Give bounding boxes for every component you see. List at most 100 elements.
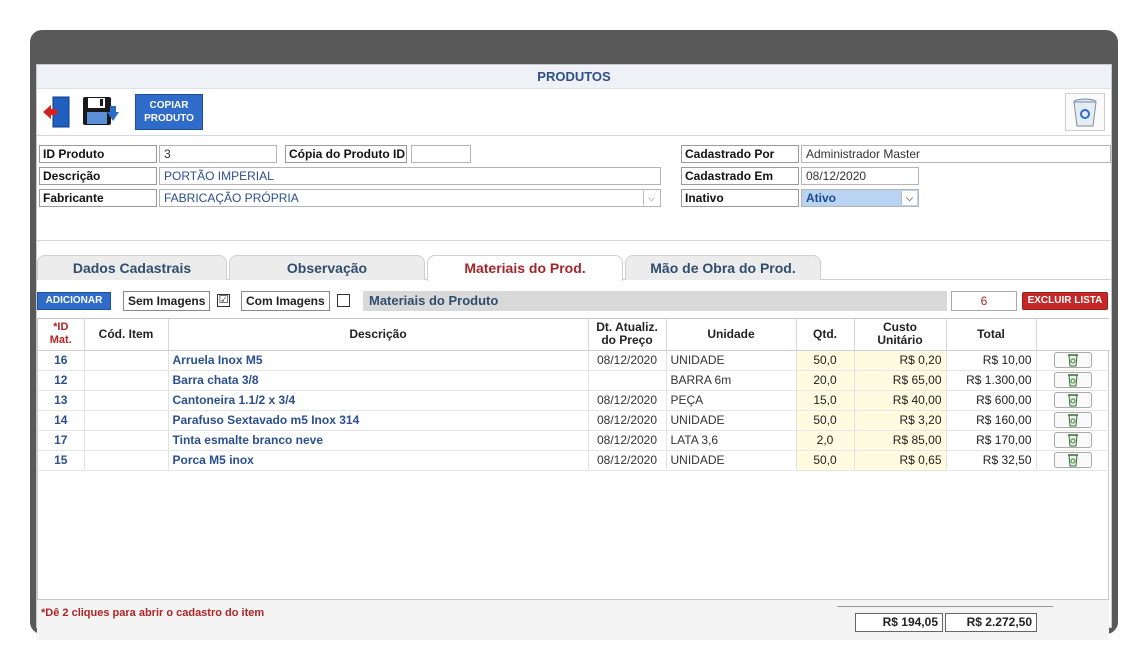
row-qtd: 50,0	[796, 450, 855, 471]
fabricante-label: Fabricante	[39, 189, 157, 207]
copy-product-label: COPIAR PRODUTO	[144, 100, 194, 124]
delete-row-button[interactable]	[1054, 372, 1093, 388]
exit-door-icon	[43, 96, 70, 128]
row-actions	[1036, 410, 1110, 431]
total-custo: R$ 194,05	[855, 613, 943, 632]
row-actions	[1036, 450, 1110, 471]
row-unidade: UNIDADE	[666, 450, 797, 471]
row-custo: R$ 85,00	[854, 430, 947, 451]
window-frame: PRODUTOS COPIAR PRODUTO ID Produto 3 Cóp…	[30, 30, 1118, 640]
recycle-bin-icon	[1068, 394, 1079, 407]
row-id: 12	[38, 370, 85, 391]
row-total: R$ 1.300,00	[946, 370, 1037, 391]
sem-imagens-label: Sem Imagens	[123, 291, 211, 311]
sem-imagens-checkbox[interactable]: ☑	[217, 294, 230, 307]
col-id[interactable]: *ID Mat.	[38, 319, 85, 351]
materials-toolbar: ADICIONAR Sem Imagens ☑ Com Imagens Mate…	[37, 291, 1111, 313]
cadastrado-por-label: Cadastrado Por	[681, 145, 799, 163]
delete-row-button[interactable]	[1054, 432, 1093, 448]
row-total: R$ 170,00	[946, 430, 1037, 451]
id-produto-label: ID Produto	[39, 145, 157, 163]
tab-mao-de-obra[interactable]: Mão de Obra do Prod.	[625, 255, 821, 280]
items-count: 6	[951, 291, 1017, 311]
row-unidade: BARRA 6m	[666, 370, 797, 391]
table-row[interactable]: 13 Cantoneira 1.1/2 x 3/4 08/12/2020 PEÇA 15…	[38, 390, 1110, 411]
row-date: 08/12/2020	[588, 350, 667, 371]
col-total[interactable]: Total	[946, 319, 1037, 351]
tab-dados-cadastrais[interactable]: Dados Cadastrais	[37, 255, 227, 280]
delete-row-button[interactable]	[1054, 452, 1093, 468]
cadastrado-em-label: Cadastrado Em	[681, 167, 799, 185]
com-imagens-checkbox[interactable]	[337, 294, 350, 307]
col-cod[interactable]: Cód. Item	[84, 319, 169, 351]
tab-observacao[interactable]: Observação	[229, 255, 425, 280]
row-desc: Parafuso Sextavado m5 Inox 314	[168, 410, 589, 431]
delete-product-button[interactable]	[1065, 93, 1105, 131]
row-actions	[1036, 430, 1110, 451]
descricao-field[interactable]: PORTÃO IMPERIAL	[159, 167, 661, 185]
add-material-button[interactable]: ADICIONAR	[37, 292, 111, 310]
row-custo: R$ 3,20	[854, 410, 947, 431]
row-desc: Arruela Inox M5	[168, 350, 589, 371]
row-custo: R$ 0,20	[854, 350, 947, 371]
totals-divider	[837, 606, 1053, 607]
row-unidade: LATA 3,6	[666, 430, 797, 451]
inativo-select[interactable]: Ativo ⌵	[801, 189, 919, 207]
col-custo[interactable]: Custo Unitário	[854, 319, 947, 351]
delete-row-button[interactable]	[1054, 412, 1093, 428]
table-row[interactable]: 17 Tinta esmalte branco neve 08/12/2020 LAT…	[38, 430, 1110, 451]
copia-produto-label: Cópia do Produto ID	[285, 145, 407, 163]
row-id: 16	[38, 350, 85, 371]
row-total: R$ 32,50	[946, 450, 1037, 471]
row-date: 08/12/2020	[588, 390, 667, 411]
row-id: 17	[38, 430, 85, 451]
fabricante-select[interactable]: FABRICAÇÃO PRÓPRIA ⌵	[159, 189, 661, 207]
section-title: Materiais do Produto	[363, 291, 947, 311]
row-id: 14	[38, 410, 85, 431]
row-actions	[1036, 370, 1110, 391]
tab-materiais[interactable]: Materiais do Prod.	[427, 255, 623, 281]
product-form: ID Produto 3 Cópia do Produto ID Descriç…	[37, 137, 1111, 241]
table-row[interactable]: 14 Parafuso Sextavado m5 Inox 314 08/12/20…	[38, 410, 1110, 431]
row-desc: Cantoneira 1.1/2 x 3/4	[168, 390, 589, 411]
page-title: PRODUTOS	[37, 65, 1111, 89]
com-imagens-label: Com Imagens	[241, 291, 330, 311]
row-total: R$ 10,00	[946, 350, 1037, 371]
delete-list-button[interactable]: EXCLUIR LISTA	[1022, 292, 1108, 310]
copia-produto-field[interactable]	[411, 145, 471, 163]
table-row[interactable]: 16 Arruela Inox M5 08/12/2020 UNIDADE 50,0 R$…	[38, 350, 1110, 371]
row-desc: Tinta esmalte branco neve	[168, 430, 589, 451]
id-produto-field[interactable]: 3	[159, 145, 277, 163]
recycle-bin-icon	[1068, 454, 1079, 467]
row-actions	[1036, 350, 1110, 371]
row-actions	[1036, 390, 1110, 411]
col-date[interactable]: Dt. Atualiz. do Preço	[588, 319, 667, 351]
chevron-down-icon[interactable]: ⌵	[901, 191, 917, 205]
delete-row-button[interactable]	[1054, 392, 1093, 408]
col-unidade[interactable]: Unidade	[666, 319, 797, 351]
recycle-bin-icon	[1068, 354, 1079, 367]
delete-row-button[interactable]	[1054, 352, 1093, 368]
row-desc: Barra chata 3/8	[168, 370, 589, 391]
row-qtd: 15,0	[796, 390, 855, 411]
exit-button[interactable]	[39, 94, 77, 130]
cadastrado-em-field[interactable]: 08/12/2020	[801, 167, 919, 185]
row-unidade: UNIDADE	[666, 350, 797, 371]
col-desc[interactable]: Descrição	[168, 319, 589, 351]
row-qtd: 50,0	[796, 410, 855, 431]
row-qtd: 50,0	[796, 350, 855, 371]
copy-product-button[interactable]: COPIAR PRODUTO	[135, 94, 203, 130]
save-button[interactable]	[81, 94, 119, 130]
tab-bar: Dados Cadastrais Observação Materiais do…	[37, 255, 1111, 281]
col-qtd[interactable]: Qtd.	[796, 319, 855, 351]
table-row[interactable]: 12 Barra chata 3/8 BARRA 6m 20,0 R$ 65,00 R$ …	[38, 370, 1110, 391]
row-total: R$ 600,00	[946, 390, 1037, 411]
row-date: 08/12/2020	[588, 450, 667, 471]
recycle-bin-icon	[1068, 414, 1079, 427]
row-cod	[84, 350, 169, 371]
cadastrado-por-field[interactable]: Administrador Master	[801, 145, 1111, 163]
table-row[interactable]: 15 Porca M5 inox 08/12/2020 UNIDADE 50,0 R$ 0…	[38, 450, 1110, 471]
total-geral: R$ 2.272,50	[945, 613, 1037, 632]
table-header: *ID Mat. Cód. Item Descrição Dt. Atualiz.…	[38, 319, 1110, 351]
chevron-down-icon[interactable]: ⌵	[643, 191, 659, 205]
